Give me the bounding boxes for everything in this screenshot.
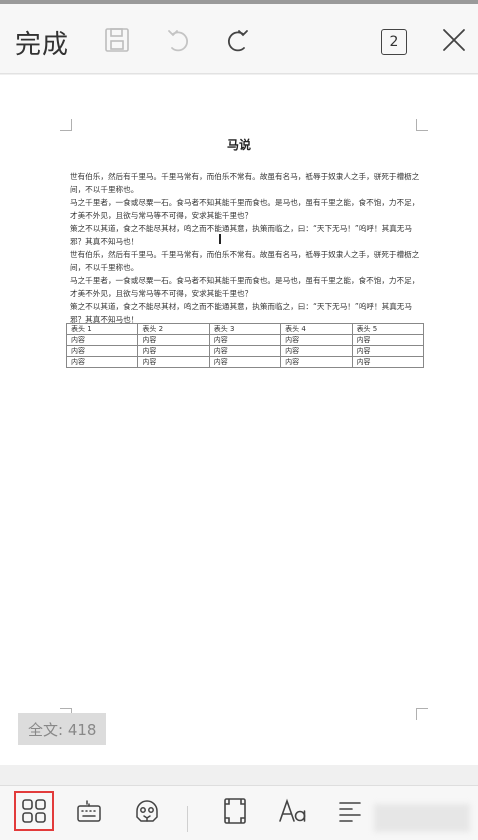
table-row: 内容 内容 内容 内容 内容 — [65, 334, 425, 346]
table-header-cell: 表头 5 — [351, 323, 425, 335]
mascot-icon[interactable] — [130, 794, 164, 828]
document-body[interactable]: 世有伯乐，然后有千里马。千里马常有，而伯乐不常有。故虽有名马，祗辱于奴隶人之手，… — [70, 170, 422, 326]
word-count-badge: 全文: 418 — [18, 713, 106, 745]
table-header-cell: 表头 4 — [280, 323, 353, 335]
crop-mark — [416, 708, 428, 720]
table-header-cell: 表头 3 — [208, 323, 282, 335]
table-cell: 内容 — [280, 345, 353, 357]
paragraph: 马之千里者，一食或尽粟一石。食马者不知其能千里而食也。是马也，虽有千里之能，食不… — [70, 276, 420, 298]
fullscreen-icon[interactable] — [218, 794, 252, 828]
crop-mark — [416, 119, 428, 131]
table-cell: 内容 — [65, 356, 139, 368]
table-cell: 内容 — [208, 334, 282, 346]
paragraph: 策之不以其道，食之不能尽其材，鸣之而不能通其意，执策而临之，曰：“天下无马！”呜… — [70, 224, 412, 246]
document-table[interactable]: 表头 1 表头 2 表头 3 表头 4 表头 5 内容 内容 内容 内容 内容 … — [65, 323, 425, 368]
table-cell: 内容 — [65, 345, 139, 357]
paragraph: 世有伯乐，然后有千里马。千里马常有，而伯乐不常有。故虽有名马，祗辱于奴隶人之手，… — [70, 172, 420, 194]
table-cell: 内容 — [280, 356, 353, 368]
table-row: 内容 内容 内容 内容 内容 — [65, 356, 425, 368]
table-cell: 内容 — [351, 356, 425, 368]
bottom-toolbar — [0, 785, 478, 840]
table-cell: 内容 — [137, 334, 210, 346]
keyboard-icon[interactable] — [72, 794, 106, 828]
align-icon[interactable] — [333, 794, 367, 828]
text-cursor — [219, 234, 221, 244]
table-cell: 内容 — [137, 356, 210, 368]
table-header-cell: 表头 2 — [137, 323, 210, 335]
redo-icon[interactable] — [220, 22, 256, 58]
table-header-row: 表头 1 表头 2 表头 3 表头 4 表头 5 — [65, 323, 425, 335]
table-cell: 内容 — [351, 345, 425, 357]
table-cell: 内容 — [208, 356, 282, 368]
undo-icon[interactable] — [160, 22, 196, 58]
done-button[interactable]: 完成 — [15, 24, 69, 61]
document-page[interactable]: 马说 世有伯乐，然后有千里马。千里马常有，而伯乐不常有。故虽有名马，祗辱于奴隶人… — [0, 75, 478, 765]
paragraph: 世有伯乐，然后有千里马。千里马常有，而伯乐不常有。故虽有名马，祗辱于奴隶人之手，… — [70, 250, 420, 272]
top-toolbar: 完成 2 — [0, 0, 478, 74]
page-count-button[interactable]: 2 — [381, 29, 407, 55]
save-icon[interactable] — [99, 22, 135, 58]
table-cell: 内容 — [351, 334, 425, 346]
table-row: 内容 内容 内容 内容 内容 — [65, 345, 425, 357]
table-cell: 内容 — [208, 345, 282, 357]
table-cell: 内容 — [280, 334, 353, 346]
table-cell: 内容 — [137, 345, 210, 357]
close-icon[interactable] — [436, 22, 472, 58]
document-title: 马说 — [226, 138, 251, 152]
layout-grid-icon[interactable] — [14, 791, 54, 831]
table-cell: 内容 — [65, 334, 139, 346]
font-icon[interactable] — [276, 794, 310, 828]
crop-mark — [60, 119, 72, 131]
toolbar-separator — [187, 806, 188, 832]
blurred-toolbar-item — [374, 804, 470, 832]
table-header-cell: 表头 1 — [65, 323, 139, 335]
paragraph: 马之千里者，一食或尽粟一石。食马者不知其能千里而食也。是马也，虽有千里之能，食不… — [70, 198, 420, 220]
